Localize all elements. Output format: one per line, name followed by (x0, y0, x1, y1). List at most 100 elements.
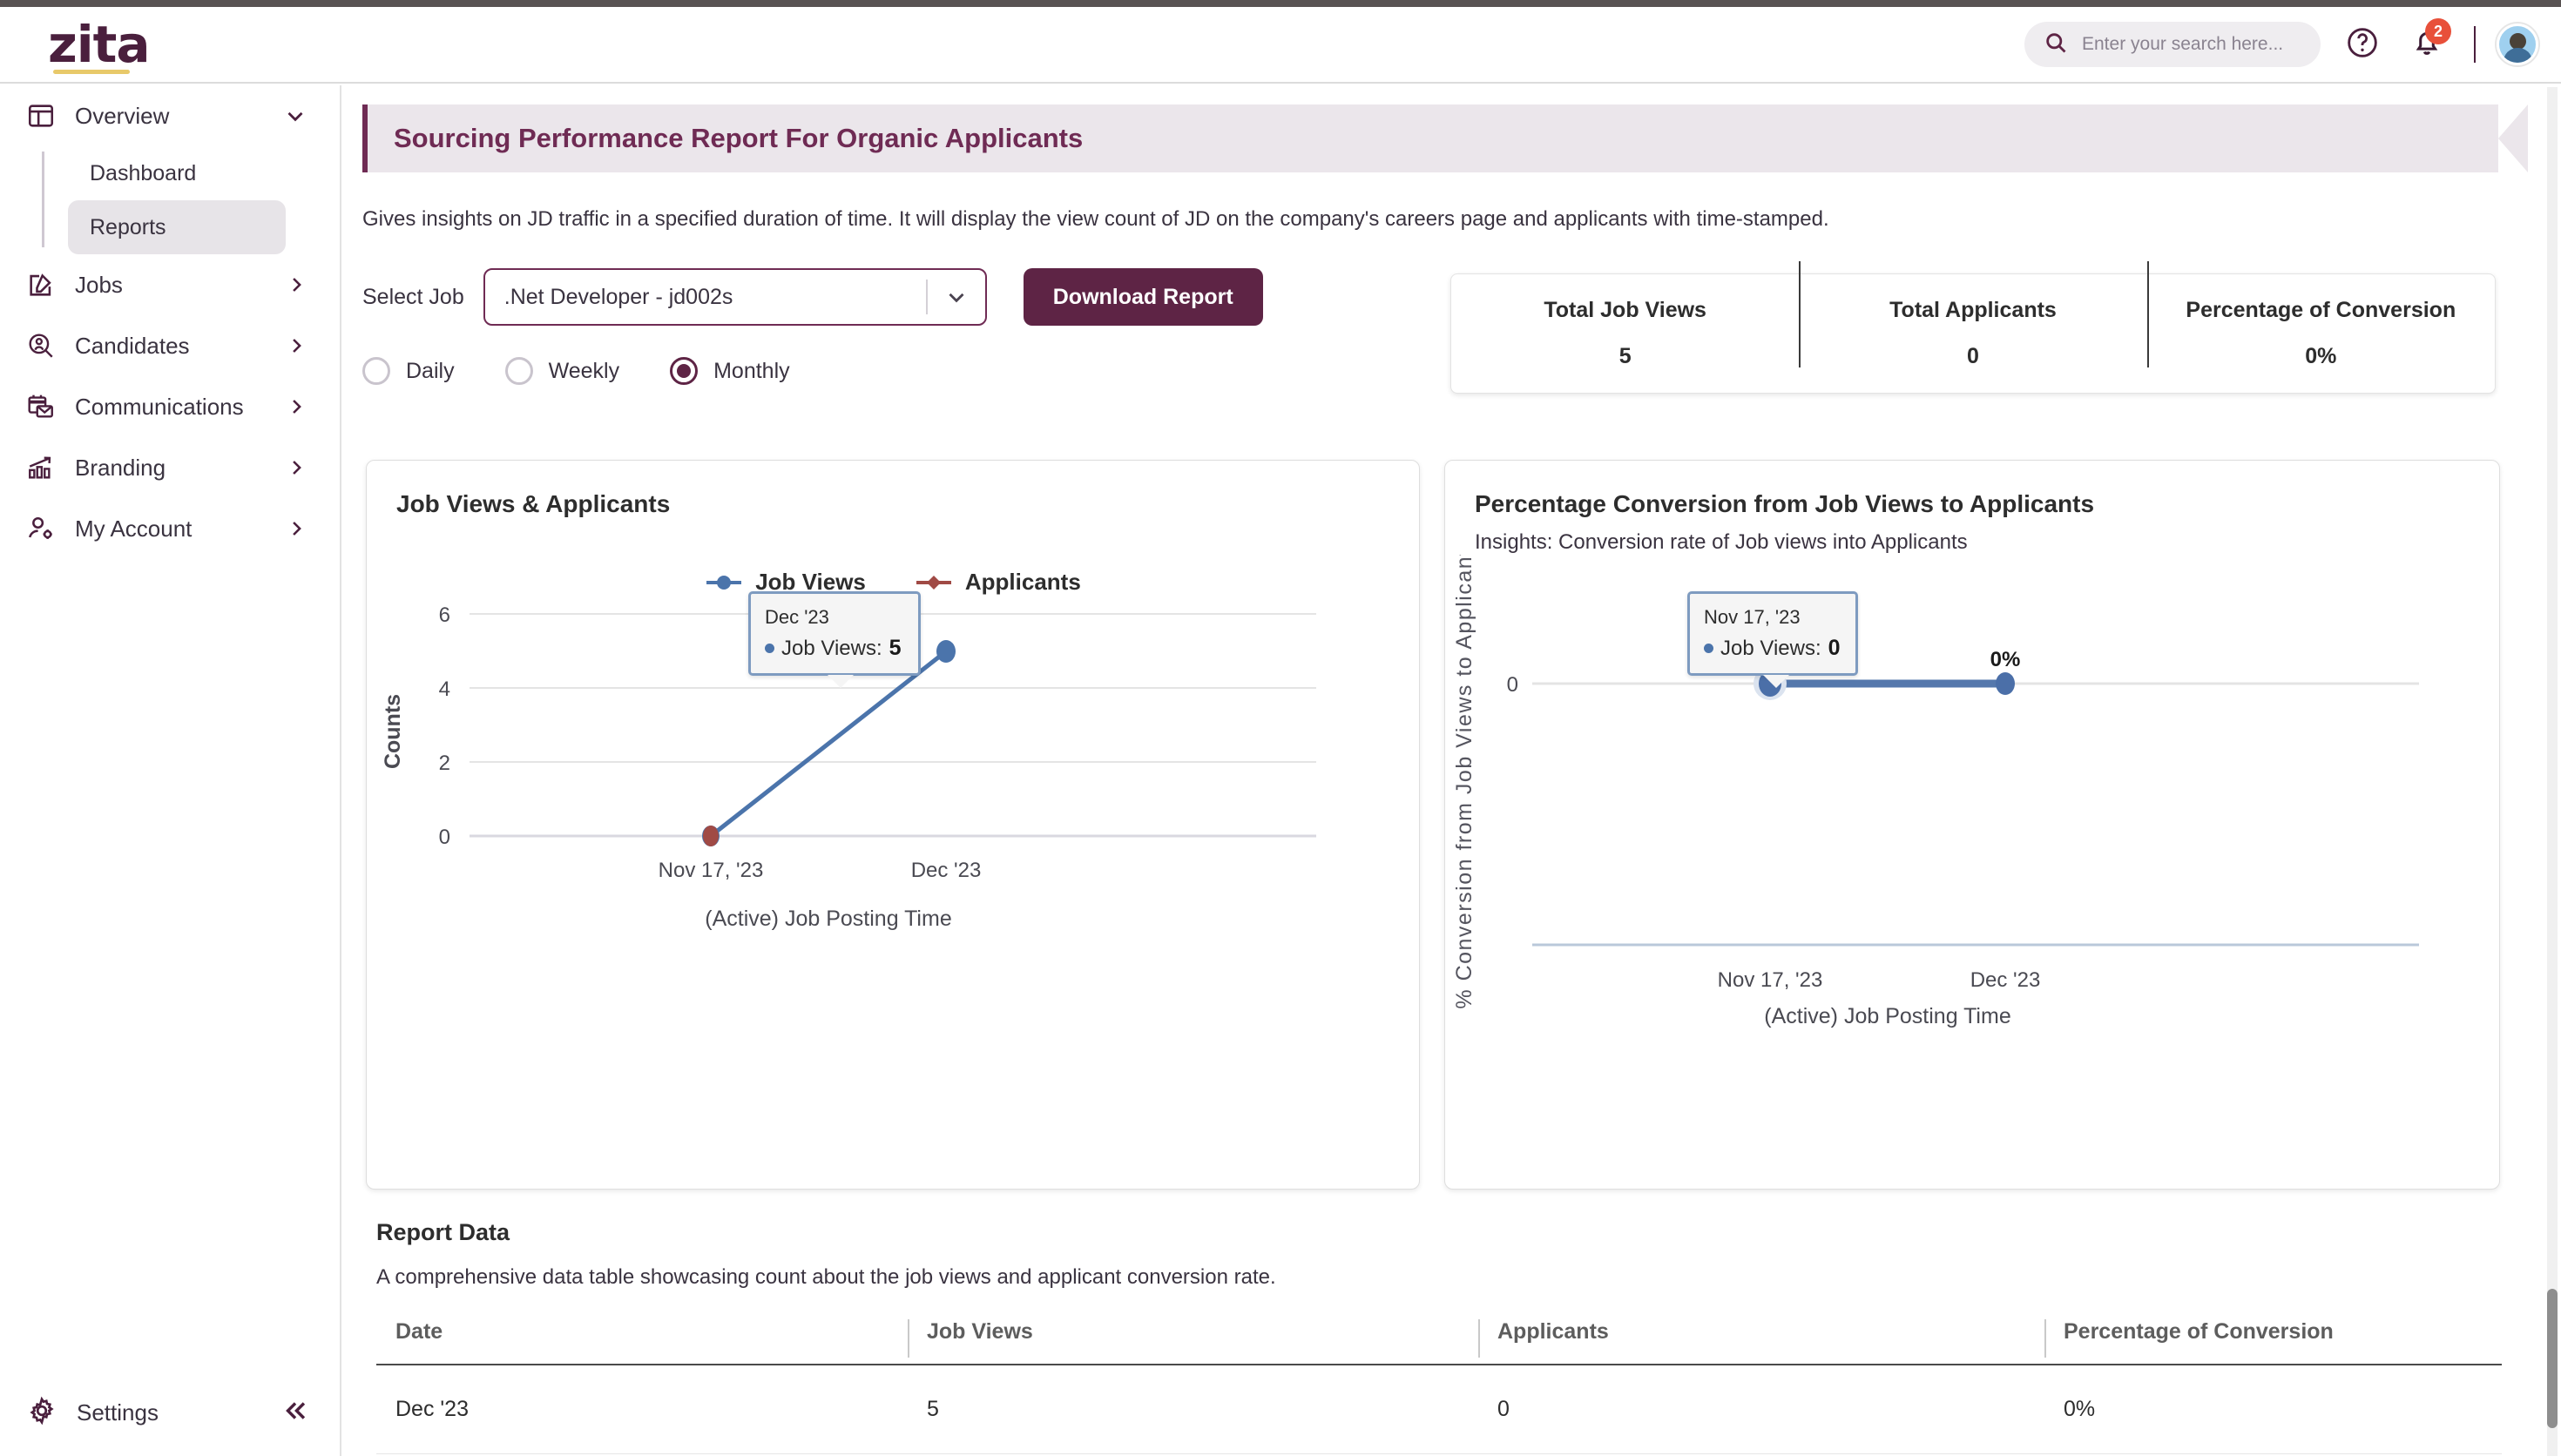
chevron-right-icon[interactable] (284, 273, 308, 297)
chevron-right-icon[interactable] (284, 394, 308, 419)
job-select[interactable]: .Net Developer - jd002s (483, 268, 987, 326)
sidebar-item-overview[interactable]: Overview (0, 85, 340, 146)
radio-monthly[interactable]: Monthly (670, 357, 790, 385)
column-header-percentage-conversion[interactable]: Percentage of Conversion (2044, 1319, 2502, 1365)
legend-item-applicants[interactable]: Applicants (915, 569, 1081, 596)
tooltip-row-label: Job Views: (1720, 636, 1821, 660)
sidebar-item-label: Branding (75, 454, 166, 481)
sidebar-subgroup-overview: Dashboard Reports (42, 146, 340, 254)
x-axis-label: (Active) Job Posting Time (705, 907, 951, 931)
chevron-right-icon[interactable] (284, 334, 308, 358)
page-scrollbar-thumb[interactable] (2547, 1289, 2558, 1428)
chevron-down-icon[interactable] (928, 284, 985, 310)
data-label-dec: 0% (1990, 648, 2021, 671)
calendar-mail-icon (26, 392, 64, 421)
tooltip-row-label: Job Views: (781, 636, 882, 660)
brand-logo-text: zita (48, 15, 151, 74)
series-point-dec (1996, 672, 2015, 695)
bar-chart-trend-icon (26, 453, 64, 482)
page-title: Sourcing Performance Report For Organic … (394, 123, 1084, 153)
brand-logo[interactable]: zita (48, 15, 151, 74)
sidebar-item-reports[interactable]: Reports (68, 200, 286, 254)
stat-percentage-conversion: Percentage of Conversion 0% (2146, 261, 2495, 369)
banner-notch (2498, 104, 2528, 172)
tooltip-row: Job Views: 0 (1704, 636, 1841, 661)
stat-label: Total Applicants (1889, 298, 2057, 322)
gear-icon[interactable] (26, 1395, 57, 1431)
cell-job-views: 5 (908, 1365, 1478, 1454)
sidebar-item-branding[interactable]: Branding (0, 437, 340, 498)
sidebar-item-label: Jobs (75, 271, 123, 298)
sidebar-item-communications[interactable]: Communications (0, 376, 340, 437)
sidebar-item-candidates[interactable]: Candidates (0, 315, 340, 376)
legend-marker-diamond-icon (916, 575, 951, 590)
chart-tooltip: Nov 17, '23 Job Views: 0 (1687, 591, 1858, 688)
ytick-label: 0 (439, 826, 450, 849)
column-header-job-views[interactable]: Job Views (908, 1319, 1478, 1365)
tooltip-title: Dec '23 (765, 606, 829, 628)
radio-label: Monthly (713, 358, 790, 383)
stat-total-applicants: Total Applicants 0 (1799, 261, 2146, 369)
chevrons-left-icon[interactable] (280, 1396, 310, 1430)
sidebar-subitem-label: Dashboard (90, 160, 197, 185)
y-axis-label: % Conversion from Job Views to Applicant… (1452, 555, 1476, 1009)
sidebar-footer: Settings (0, 1369, 341, 1456)
stat-label: Percentage of Conversion (2186, 298, 2456, 322)
sidebar-item-label: Communications (75, 393, 244, 420)
avatar-figure (2499, 26, 2536, 63)
search-input[interactable]: Enter your search here... (2024, 22, 2321, 67)
user-gear-icon (26, 514, 64, 543)
column-header-date[interactable]: Date (376, 1319, 908, 1365)
radio-weekly[interactable]: Weekly (504, 357, 620, 385)
series-point-applicants-nov (703, 826, 719, 846)
sidebar-item-dashboard[interactable]: Dashboard (68, 146, 286, 200)
stat-value: 0 (1967, 344, 1979, 368)
xtick-label: Dec '23 (911, 859, 982, 882)
cell-applicants: 0 (1478, 1365, 2044, 1454)
tooltip-series-dot-icon (1704, 644, 1713, 653)
layout-dashboard-icon (26, 101, 64, 131)
avatar[interactable] (2497, 24, 2538, 65)
radio-indicator (362, 357, 390, 385)
stat-value: 5 (1618, 344, 1632, 368)
sidebar-item-jobs[interactable]: Jobs (0, 254, 340, 315)
radio-indicator (670, 357, 699, 385)
sidebar-item-label: Overview (75, 102, 170, 129)
cell-percentage-conversion: 0% (2044, 1365, 2502, 1454)
notification-badge: 2 (2425, 18, 2451, 44)
radio-label: Weekly (548, 358, 620, 383)
tooltip-row-value: 5 (889, 636, 902, 660)
legend-label: Applicants (964, 569, 1081, 595)
download-report-button[interactable]: Download Report (1023, 268, 1263, 326)
chevron-right-icon[interactable] (284, 516, 308, 541)
ytick-label: 4 (439, 677, 450, 701)
sidebar-item-my-account[interactable]: My Account (0, 498, 340, 559)
tooltip-row-value: 0 (1828, 636, 1841, 660)
report-title-banner: Sourcing Performance Report For Organic … (362, 104, 2528, 172)
summary-stats-card: Total Job Views 5 Total Applicants 0 Per… (1450, 261, 2496, 394)
tooltip-title: Nov 17, '23 (1704, 606, 1801, 628)
brand-logo-underline (53, 70, 130, 74)
radio-indicator (504, 357, 533, 385)
radio-daily[interactable]: Daily (362, 357, 455, 385)
search-placeholder: Enter your search here... (2082, 34, 2284, 54)
chart-card-percentage-conversion: Percentage Conversion from Job Views to … (1444, 460, 2500, 1190)
report-data-title: Report Data (376, 1219, 510, 1245)
tooltip-pointer (828, 675, 854, 688)
chart-card-job-views-applicants: Job Views & Applicants 6 4 2 0 Counts No… (366, 460, 1420, 1190)
help-button[interactable] (2340, 22, 2385, 67)
stat-value: 0% (2305, 344, 2337, 368)
settings-label: Settings (77, 1399, 159, 1426)
page-scrollbar-track[interactable] (2547, 87, 2558, 1456)
chart-tooltip: Dec '23 Job Views: 5 (748, 591, 921, 688)
notifications-button[interactable]: 2 (2404, 18, 2451, 67)
sidebar: Overview Dashboard Reports Jobs Candidat… (0, 85, 341, 1456)
sidebar-item-label: Candidates (75, 332, 190, 359)
top-navbar: zita Enter your search here... 2 (0, 7, 2561, 84)
banner-accent-bar (362, 104, 368, 172)
ytick-label: 2 (439, 752, 450, 775)
column-header-applicants[interactable]: Applicants (1478, 1319, 2044, 1365)
chevron-down-icon[interactable] (282, 103, 308, 129)
chevron-right-icon[interactable] (284, 455, 308, 480)
ytick-label: 6 (439, 603, 450, 627)
